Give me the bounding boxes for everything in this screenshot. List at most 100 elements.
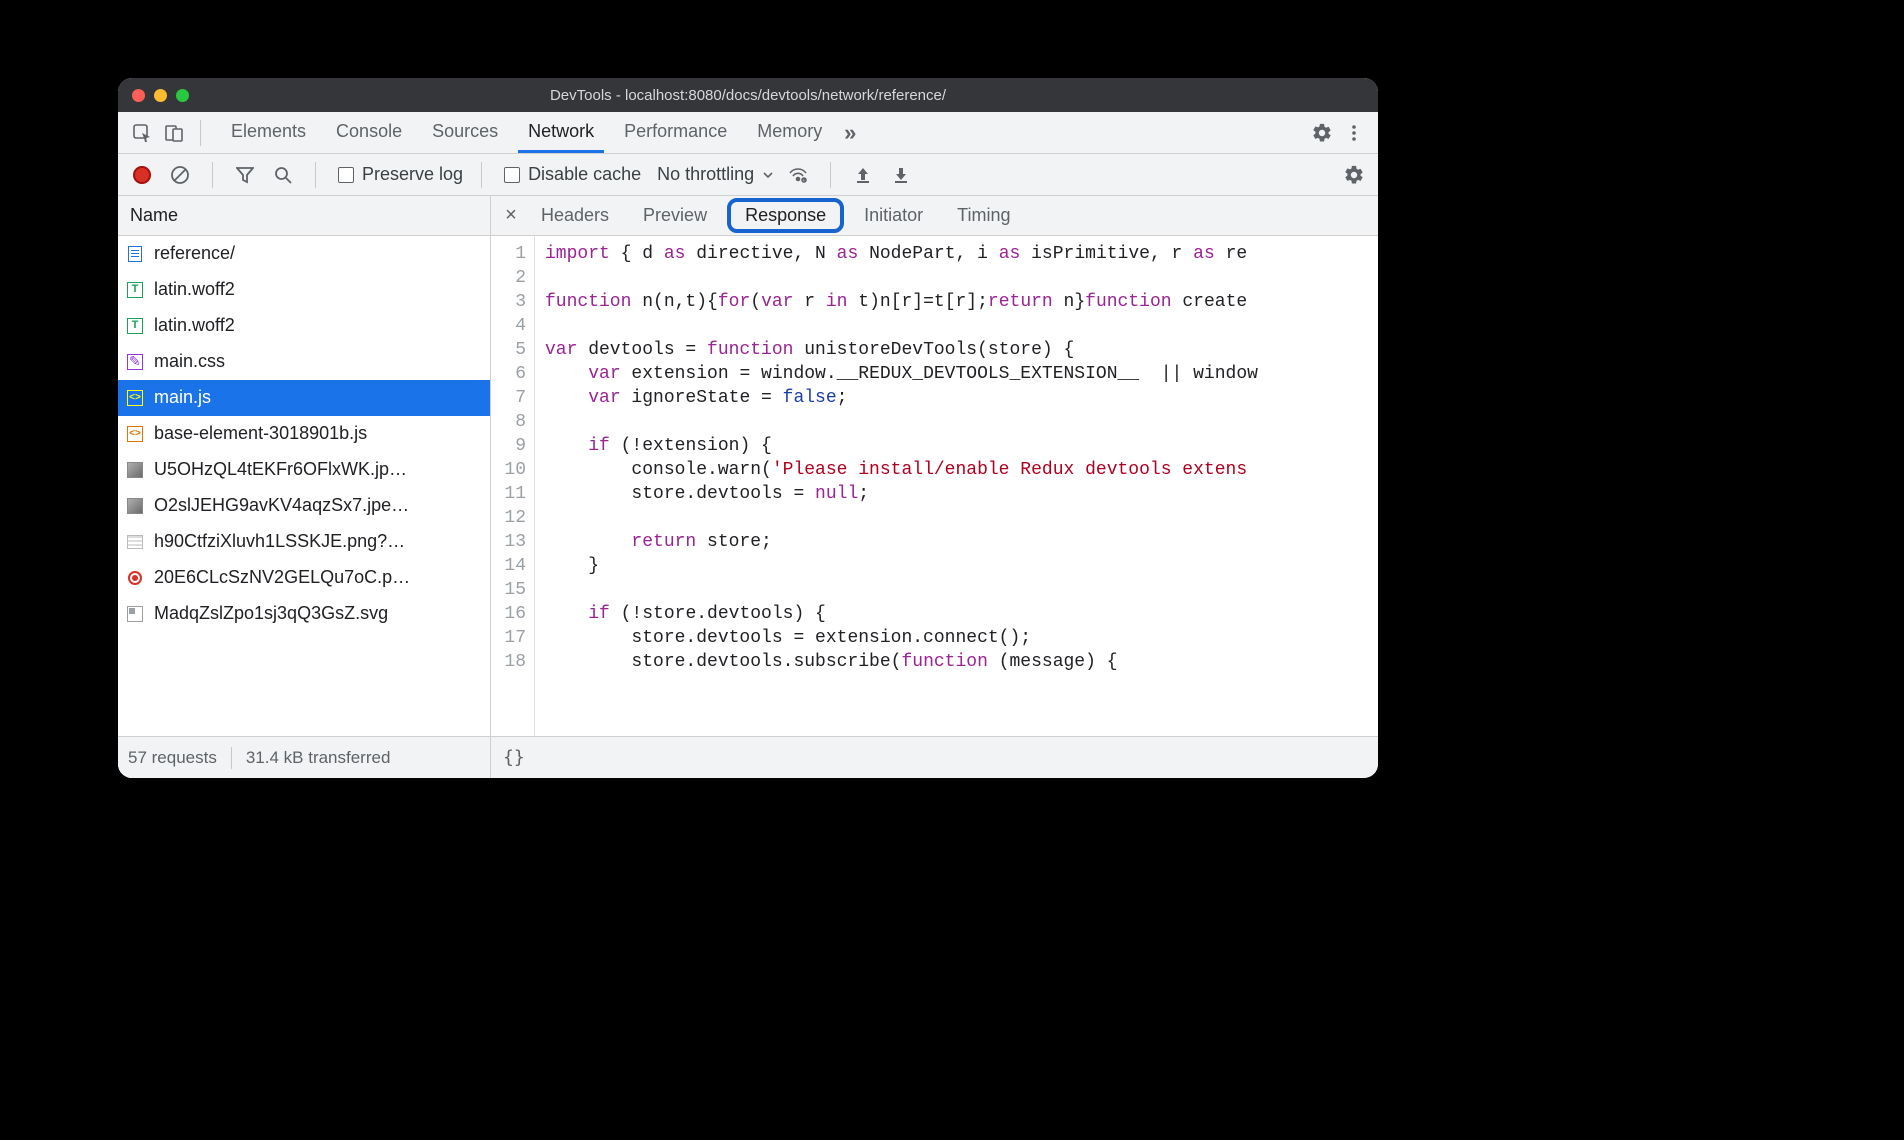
network-conditions-icon[interactable]: [784, 161, 812, 189]
request-row[interactable]: Tlatin.woff2: [118, 308, 490, 344]
line-number: 17: [491, 626, 526, 650]
throttling-dropdown[interactable]: No throttling: [657, 164, 774, 185]
checkbox-icon: [338, 167, 354, 183]
disable-cache-label: Disable cache: [528, 164, 641, 185]
chevron-down-icon: [762, 169, 774, 181]
request-detail-panel: × HeadersPreviewResponseInitiatorTiming …: [491, 196, 1378, 778]
panel-tab-sources[interactable]: Sources: [422, 112, 508, 153]
code-line: if (!store.devtools) {: [545, 602, 1378, 626]
request-row[interactable]: reference/: [118, 236, 490, 272]
request-name: base-element-3018901b.js: [154, 423, 367, 444]
code-line: var devtools = function unistoreDevTools…: [545, 338, 1378, 362]
request-row[interactable]: main.css: [118, 344, 490, 380]
request-name: main.css: [154, 351, 225, 372]
code-line: var ignoreState = false;: [545, 386, 1378, 410]
panel-tab-memory[interactable]: Memory: [747, 112, 832, 153]
preserve-log-label: Preserve log: [362, 164, 463, 185]
panel-tab-elements[interactable]: Elements: [221, 112, 316, 153]
detail-tab-headers[interactable]: Headers: [527, 198, 623, 233]
line-number: 14: [491, 554, 526, 578]
font-file-icon: T: [126, 317, 144, 335]
detail-tab-response[interactable]: Response: [727, 198, 844, 233]
line-number: 16: [491, 602, 526, 626]
preserve-log-checkbox[interactable]: Preserve log: [338, 164, 463, 185]
separator: [315, 162, 316, 188]
more-tabs-button[interactable]: »: [836, 119, 864, 147]
request-count-label: 57 requests: [128, 748, 217, 768]
separator: [481, 162, 482, 188]
code-line: [545, 410, 1378, 434]
detail-tab-preview[interactable]: Preview: [629, 198, 721, 233]
network-settings-gear-icon[interactable]: [1340, 161, 1368, 189]
detail-tab-initiator[interactable]: Initiator: [850, 198, 937, 233]
download-har-icon[interactable]: [887, 161, 915, 189]
request-name: latin.woff2: [154, 315, 235, 336]
request-name: reference/: [154, 243, 235, 264]
line-number: 15: [491, 578, 526, 602]
transferred-size-label: 31.4 kB transferred: [246, 748, 391, 768]
request-sidebar: Name reference/Tlatin.woff2Tlatin.woff2m…: [118, 196, 491, 778]
svg-file-icon: [126, 605, 144, 623]
request-row[interactable]: MadqZslZpo1sj3qQ3GsZ.svg: [118, 596, 490, 632]
window-title: DevTools - localhost:8080/docs/devtools/…: [118, 87, 1378, 104]
line-number: 8: [491, 410, 526, 434]
upload-har-icon[interactable]: [849, 161, 877, 189]
sidebar-column-header[interactable]: Name: [118, 196, 490, 236]
code-line: store.devtools.subscribe(function (messa…: [545, 650, 1378, 674]
css-file-icon: [126, 353, 144, 371]
sidebar-status-bar: 57 requests 31.4 kB transferred: [118, 736, 490, 778]
inspect-element-icon[interactable]: [128, 119, 156, 147]
code-line: store.devtools = null;: [545, 482, 1378, 506]
code-line: return store;: [545, 530, 1378, 554]
code-line: }: [545, 554, 1378, 578]
detail-tabs-bar: × HeadersPreviewResponseInitiatorTiming: [491, 196, 1378, 236]
search-icon[interactable]: [269, 161, 297, 189]
request-row[interactable]: U5OHzQL4tEKFr6OFlxWK.jp…: [118, 452, 490, 488]
line-number: 11: [491, 482, 526, 506]
line-number: 5: [491, 338, 526, 362]
kebab-menu-icon[interactable]: [1340, 119, 1368, 147]
request-name: main.js: [154, 387, 211, 408]
disable-cache-checkbox[interactable]: Disable cache: [504, 164, 641, 185]
record-button[interactable]: [128, 161, 156, 189]
request-row[interactable]: <>main.js: [118, 380, 490, 416]
request-row[interactable]: O2slJEHG9avKV4aqzSx7.jpe…: [118, 488, 490, 524]
panel-tab-performance[interactable]: Performance: [614, 112, 737, 153]
panel-tab-network[interactable]: Network: [518, 112, 604, 153]
code-line: [545, 578, 1378, 602]
filter-icon[interactable]: [231, 161, 259, 189]
request-row[interactable]: Tlatin.woff2: [118, 272, 490, 308]
png-file-icon: [126, 533, 144, 551]
device-toolbar-icon[interactable]: [160, 119, 188, 147]
img-file-icon: [126, 497, 144, 515]
request-name: latin.woff2: [154, 279, 235, 300]
code-line: if (!extension) {: [545, 434, 1378, 458]
devtools-window: DevTools - localhost:8080/docs/devtools/…: [118, 78, 1378, 778]
main-panel-tabs: ElementsConsoleSourcesNetworkPerformance…: [221, 112, 832, 153]
code-line: function n(n,t){for(var r in t)n[r]=t[r]…: [545, 290, 1378, 314]
clear-button[interactable]: [166, 161, 194, 189]
settings-gear-icon[interactable]: [1308, 119, 1336, 147]
panel-tab-console[interactable]: Console: [326, 112, 412, 153]
pretty-print-button[interactable]: {}: [503, 747, 525, 768]
code-line: [545, 314, 1378, 338]
network-toolbar: Preserve log Disable cache No throttling: [118, 154, 1378, 196]
request-row[interactable]: <>base-element-3018901b.js: [118, 416, 490, 452]
close-detail-button[interactable]: ×: [497, 204, 525, 227]
request-row[interactable]: h90CtfziXluvh1LSSKJE.png?…: [118, 524, 490, 560]
img-file-icon: [126, 461, 144, 479]
code-content: import { d as directive, N as NodePart, …: [535, 236, 1378, 736]
request-row[interactable]: 20E6CLcSzNV2GELQu7oC.p…: [118, 560, 490, 596]
response-code-viewer[interactable]: 123456789101112131415161718 import { d a…: [491, 236, 1378, 736]
request-name: h90CtfziXluvh1LSSKJE.png?…: [154, 531, 405, 552]
detail-footer: {}: [491, 736, 1378, 778]
detail-tab-timing[interactable]: Timing: [943, 198, 1024, 233]
code-line: [545, 266, 1378, 290]
code-line: import { d as directive, N as NodePart, …: [545, 242, 1378, 266]
line-number: 18: [491, 650, 526, 674]
code-line: console.warn('Please install/enable Redu…: [545, 458, 1378, 482]
font-file-icon: T: [126, 281, 144, 299]
separator: [830, 162, 831, 188]
line-number: 13: [491, 530, 526, 554]
code-line: var extension = window.__REDUX_DEVTOOLS_…: [545, 362, 1378, 386]
